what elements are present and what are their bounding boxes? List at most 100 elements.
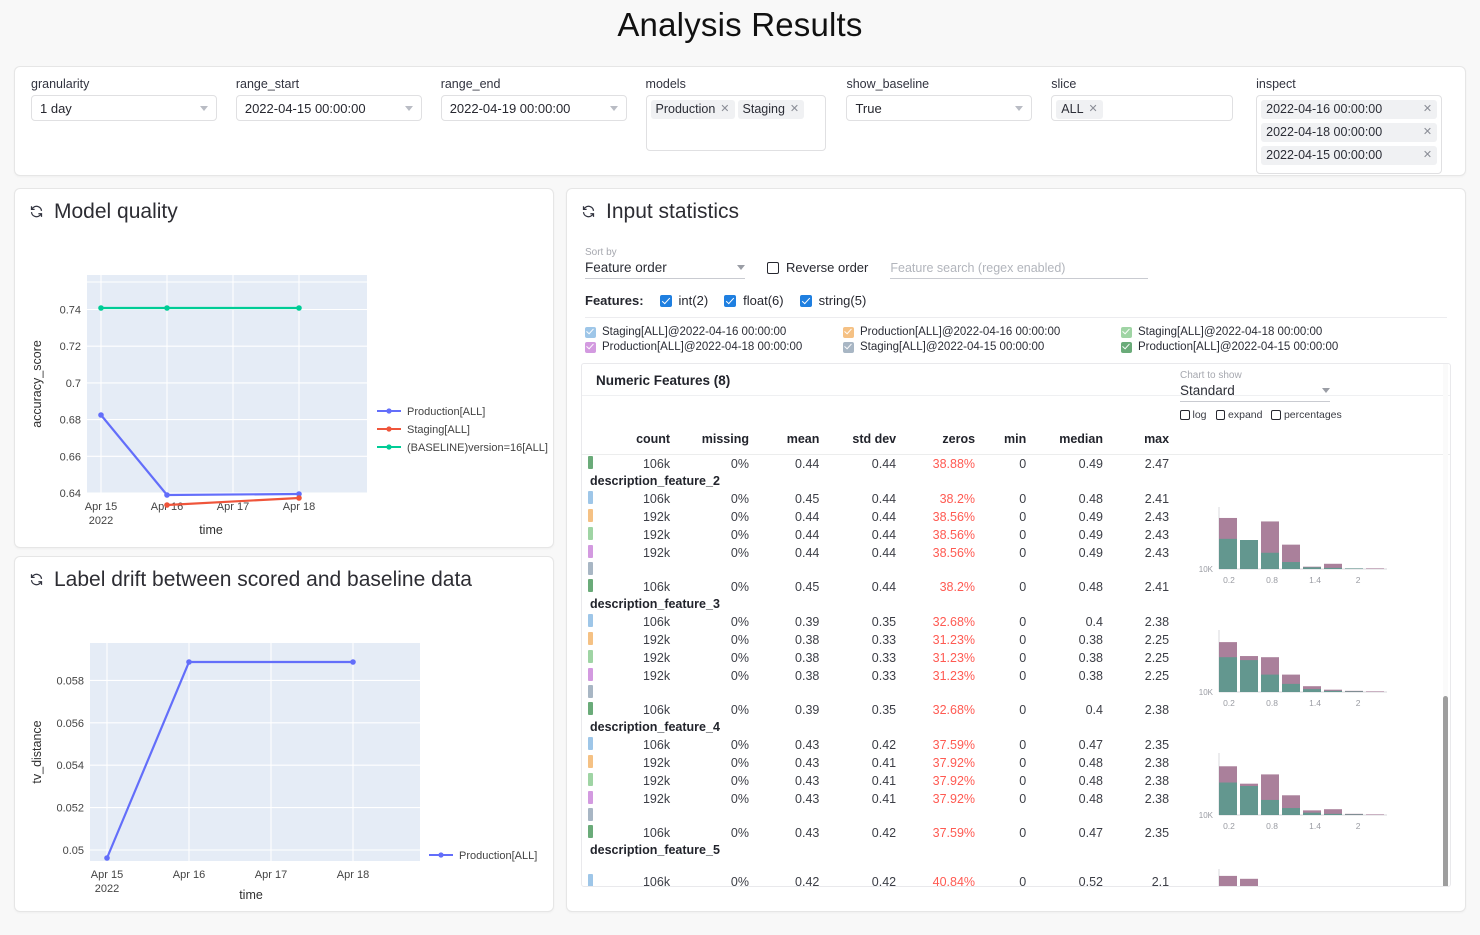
models-chip[interactable]: Production ✕: [651, 100, 735, 119]
table-row[interactable]: 106k0%0.390.3532.68%00.42.3810K0.20.81.4…: [582, 613, 1450, 631]
feature-type-int[interactable]: int(2): [660, 293, 709, 308]
cell-max: 2.43: [1113, 508, 1179, 526]
col-min[interactable]: min: [985, 425, 1036, 455]
cell-median: 0.52: [1036, 859, 1113, 887]
close-icon[interactable]: ✕: [1089, 101, 1098, 118]
checkbox-icon[interactable]: [1216, 410, 1226, 420]
cell-std-dev: 0.44: [829, 490, 906, 508]
svg-text:0.05: 0.05: [63, 845, 84, 857]
checkbox-checked-icon[interactable]: [585, 342, 596, 353]
chart-option-expand[interactable]: expand: [1216, 409, 1263, 421]
legend-series-item[interactable]: Production[ALL]@2022-04-16 00:00:00: [843, 326, 1111, 338]
inspect-multiselect[interactable]: 2022-04-16 00:00:00 ✕ 2022-04-18 00:00:0…: [1256, 95, 1442, 174]
refresh-icon[interactable]: [29, 204, 44, 219]
hist-bar-teal: [1240, 786, 1258, 815]
slice-multiselect[interactable]: ALL ✕: [1051, 95, 1233, 121]
checkbox-checked-icon[interactable]: [843, 327, 854, 338]
legend-series-item[interactable]: Production[ALL]@2022-04-18 00:00:00: [585, 341, 833, 353]
inspect-chip[interactable]: 2022-04-18 00:00:00 ✕: [1261, 123, 1437, 142]
legend-series-item[interactable]: Staging[ALL]@2022-04-16 00:00:00: [585, 326, 833, 338]
inspect-chip-label: 2022-04-15 00:00:00: [1266, 147, 1382, 164]
col-zeros[interactable]: zeros: [906, 425, 985, 455]
numeric-features-table-container[interactable]: Numeric Features (8) Chart to show Stand…: [581, 363, 1451, 887]
sort-by-select[interactable]: Feature order: [585, 260, 745, 279]
feature-type-string[interactable]: string(5): [800, 293, 867, 308]
series-swatch: [582, 508, 601, 526]
col-missing[interactable]: missing: [680, 425, 759, 455]
cell-missing: 0%: [680, 790, 759, 808]
hist-x-tick: 0.8: [1266, 575, 1278, 585]
cell-mean: 0.43: [759, 772, 829, 790]
cell-count: [601, 685, 680, 701]
chart-option-percentages[interactable]: percentages: [1271, 409, 1341, 421]
chart-to-show-select[interactable]: Standard: [1180, 383, 1330, 402]
cell-zeros: 38.56%: [906, 544, 985, 562]
col-max[interactable]: max: [1113, 425, 1179, 455]
col-mean[interactable]: mean: [759, 425, 829, 455]
table-row[interactable]: 106k0%0.430.4237.59%00.472.3510K0.20.81.…: [582, 736, 1450, 754]
checkbox-icon[interactable]: [767, 262, 779, 274]
close-icon[interactable]: ✕: [720, 101, 729, 118]
checkbox-checked-icon[interactable]: [585, 327, 596, 338]
granularity-select[interactable]: 1 day: [31, 95, 217, 121]
label-drift-chart[interactable]: 0.05 0.052 0.054 0.056 0.058 Apr 152022 …: [15, 593, 553, 904]
cell-mean: 0.44: [759, 544, 829, 562]
cell-std-dev: 0.44: [829, 526, 906, 544]
model-quality-chart[interactable]: 0.64 0.66 0.68 0.7 0.72 0.74 Apr 152022 …: [15, 225, 553, 540]
legend-series-item[interactable]: Staging[ALL]@2022-04-15 00:00:00: [843, 341, 1111, 353]
range-end-select[interactable]: 2022-04-19 00:00:00: [441, 95, 627, 121]
feature-type-float[interactable]: float(6): [724, 293, 783, 308]
inspect-chip[interactable]: 2022-04-16 00:00:00 ✕: [1261, 100, 1437, 119]
close-icon[interactable]: ✕: [1423, 101, 1432, 118]
checkbox-checked-icon[interactable]: [1121, 327, 1132, 338]
table-row[interactable]: 106k0%0.450.4438.2%00.482.4110K0.20.81.4…: [582, 490, 1450, 508]
checkbox-icon[interactable]: [1180, 410, 1190, 420]
checkbox-checked-icon[interactable]: [1121, 342, 1132, 353]
close-icon[interactable]: ✕: [1423, 147, 1432, 164]
checkbox-checked-icon[interactable]: [800, 295, 812, 307]
chevron-down-icon: [610, 106, 618, 111]
cell-zeros: 37.92%: [906, 790, 985, 808]
table-row[interactable]: 106k0%0.420.4240.84%00.522.110K: [582, 859, 1450, 887]
range-start-select[interactable]: 2022-04-15 00:00:00: [236, 95, 422, 121]
refresh-icon[interactable]: [29, 572, 44, 587]
close-icon[interactable]: ✕: [790, 101, 799, 118]
label-drift-legend[interactable]: Production[ALL]: [429, 850, 537, 862]
cell-median: 0.4: [1036, 613, 1113, 631]
cell-min: [985, 562, 1036, 578]
legend-series-item[interactable]: Staging[ALL]@2022-04-18 00:00:00: [1121, 326, 1371, 338]
inspect-chip[interactable]: 2022-04-15 00:00:00 ✕: [1261, 146, 1437, 165]
col-median[interactable]: median: [1036, 425, 1113, 455]
checkbox-checked-icon[interactable]: [660, 295, 672, 307]
cell-median: 0.49: [1036, 544, 1113, 562]
slice-chip[interactable]: ALL ✕: [1056, 100, 1102, 119]
models-chip[interactable]: Staging ✕: [738, 100, 805, 119]
feature-search-input[interactable]: Feature search (regex enabled): [890, 261, 1148, 279]
cell-median: 0.48: [1036, 490, 1113, 508]
show-baseline-select[interactable]: True: [846, 95, 1032, 121]
reverse-order-checkbox[interactable]: Reverse order: [767, 260, 868, 279]
checkbox-checked-icon[interactable]: [724, 295, 736, 307]
cell-count: 192k: [601, 754, 680, 772]
legend-series-item[interactable]: Production[ALL]@2022-04-15 00:00:00: [1121, 341, 1371, 353]
hist-bar-teal: [1261, 800, 1279, 815]
checkbox-checked-icon[interactable]: [843, 342, 854, 353]
close-icon[interactable]: ✕: [1423, 124, 1432, 141]
scrollbar-thumb[interactable]: [1443, 696, 1448, 887]
series-swatch: [582, 736, 601, 754]
refresh-icon[interactable]: [581, 204, 596, 219]
models-chip-label: Staging: [743, 101, 785, 118]
hist-x-tick: 0.2: [1223, 575, 1235, 585]
model-quality-legend[interactable]: Production[ALL] Staging[ALL] (BASELINE)v…: [377, 406, 548, 454]
cell-count: 106k: [601, 824, 680, 842]
models-multiselect[interactable]: Production ✕ Staging ✕: [646, 95, 826, 151]
table-scroll-region[interactable]: count missing mean std dev zeros min med…: [582, 425, 1450, 887]
checkbox-icon[interactable]: [1271, 410, 1281, 420]
chart-option-log-label: log: [1193, 409, 1207, 421]
col-count[interactable]: count: [601, 425, 680, 455]
col-std-dev[interactable]: std dev: [829, 425, 906, 455]
chart-option-log[interactable]: log: [1180, 409, 1207, 421]
hist-y-label: 10K: [1199, 565, 1214, 574]
table-row[interactable]: 106k0%0.440.4438.88%00.492.47: [582, 455, 1450, 474]
cell-count: [601, 808, 680, 824]
